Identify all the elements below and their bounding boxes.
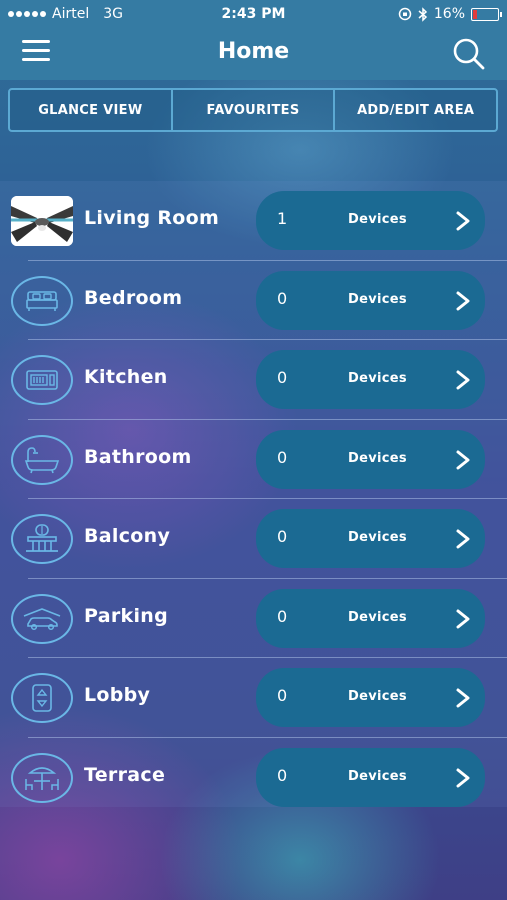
device-count: 0	[277, 527, 288, 546]
device-count: 0	[277, 447, 288, 467]
room-row-balcony[interactable]: Balcony 0 Devices	[0, 499, 507, 579]
status-right: 16%	[398, 6, 502, 22]
room-name: Living Room	[84, 207, 220, 229]
chevron-right-icon	[456, 211, 470, 231]
device-count: 0	[277, 686, 288, 705]
device-count: 0	[277, 606, 288, 626]
navigation-bar: Home	[0, 28, 507, 80]
devices-label: Devices	[348, 768, 407, 784]
page-title: Home	[217, 39, 290, 64]
device-count: 1	[277, 209, 288, 228]
chevron-right-icon	[456, 768, 470, 787]
room-name: Bedroom	[84, 286, 183, 309]
room-name: Lobby	[84, 684, 151, 706]
bluetooth-icon	[418, 6, 427, 22]
room-row-terrace[interactable]: Terrace 0 Devices	[0, 738, 507, 818]
devices-button[interactable]: 1 Devices	[256, 191, 485, 250]
devices-label: Devices	[348, 371, 407, 386]
room-list: Living Room 1 Devices Bedroom 0 Devices	[0, 181, 507, 807]
room-row-bedroom[interactable]: Bedroom 0 Devices	[0, 261, 507, 340]
devices-button[interactable]: 0 Devices	[256, 350, 485, 409]
tab-glance-view[interactable]: GLANCE VIEW	[10, 90, 173, 130]
devices-label: Devices	[348, 450, 407, 466]
battery-icon	[471, 7, 502, 21]
chevron-right-icon	[456, 370, 470, 390]
devices-label: Devices	[348, 291, 407, 307]
bed-icon	[11, 275, 73, 326]
ceiling-fan-photo	[11, 196, 73, 246]
room-name: Bathroom	[84, 445, 192, 468]
devices-label: Devices	[348, 689, 407, 704]
umbrella-table-icon	[11, 752, 73, 803]
devices-button[interactable]: 0 Devices	[256, 588, 485, 648]
devices-label: Devices	[348, 609, 407, 625]
chevron-right-icon	[456, 291, 470, 310]
balcony-icon	[11, 514, 73, 564]
chevron-right-icon	[456, 450, 470, 469]
devices-button[interactable]: 0 Devices	[256, 429, 485, 489]
car-icon	[11, 593, 73, 644]
bathtub-icon	[11, 434, 73, 485]
room-name: Kitchen	[84, 366, 168, 388]
chevron-right-icon	[456, 529, 470, 549]
room-name: Parking	[84, 604, 168, 627]
device-count: 0	[277, 368, 288, 387]
search-icon[interactable]	[451, 36, 487, 72]
microwave-icon	[11, 355, 73, 405]
battery-percent: 16%	[433, 6, 465, 22]
room-row-kitchen[interactable]: Kitchen 0 Devices	[0, 340, 507, 420]
chevron-right-icon	[456, 609, 470, 628]
device-count: 0	[277, 288, 288, 308]
chevron-right-icon	[456, 688, 470, 708]
devices-label: Devices	[348, 530, 407, 545]
devices-button[interactable]: 0 Devices	[256, 270, 485, 330]
status-bar: Airtel 3G 2:43 PM 16%	[0, 0, 507, 28]
elevator-icon	[11, 673, 73, 723]
devices-button[interactable]: 0 Devices	[256, 509, 485, 568]
view-tabs: GLANCE VIEW FAVOURITES ADD/EDIT AREA	[8, 88, 498, 132]
room-name: Balcony	[84, 525, 171, 547]
devices-button[interactable]: 0 Devices	[256, 668, 485, 727]
room-name: Terrace	[84, 763, 166, 786]
room-row-living-room[interactable]: Living Room 1 Devices	[0, 181, 507, 261]
tab-favourites[interactable]: FAVOURITES	[173, 90, 336, 130]
tab-add-edit-area[interactable]: ADD/EDIT AREA	[335, 90, 496, 130]
devices-button[interactable]: 0 Devices	[256, 747, 485, 807]
device-count: 0	[277, 765, 288, 785]
devices-label: Devices	[348, 212, 407, 227]
room-row-bathroom[interactable]: Bathroom 0 Devices	[0, 420, 507, 499]
orientation-lock-icon	[398, 7, 412, 21]
room-row-lobby[interactable]: Lobby 0 Devices	[0, 658, 507, 738]
room-row-parking[interactable]: Parking 0 Devices	[0, 579, 507, 658]
